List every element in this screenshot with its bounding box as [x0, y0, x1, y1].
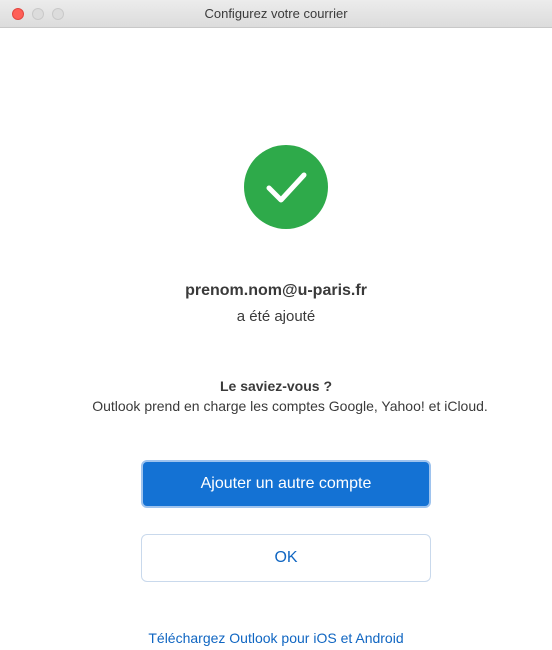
add-another-account-button[interactable]: Ajouter un autre compte: [141, 460, 431, 508]
tip-body: Outlook prend en charge les comptes Goog…: [92, 398, 488, 414]
account-added-message: a été ajouté: [236, 308, 316, 325]
download-mobile-link[interactable]: Téléchargez Outlook pour iOS et Android: [0, 630, 552, 646]
title-bar: Configurez votre courrier: [0, 0, 552, 28]
window-title: Configurez votre courrier: [204, 6, 348, 21]
setup-window: Configurez votre courrier prenom.nom@u-p…: [0, 0, 552, 650]
tip-title: Le saviez-vous ?: [219, 378, 333, 394]
ok-button[interactable]: OK: [141, 534, 431, 582]
account-email: prenom.nom@u-paris.fr: [185, 282, 367, 299]
success-checkmark-icon: [244, 145, 328, 229]
